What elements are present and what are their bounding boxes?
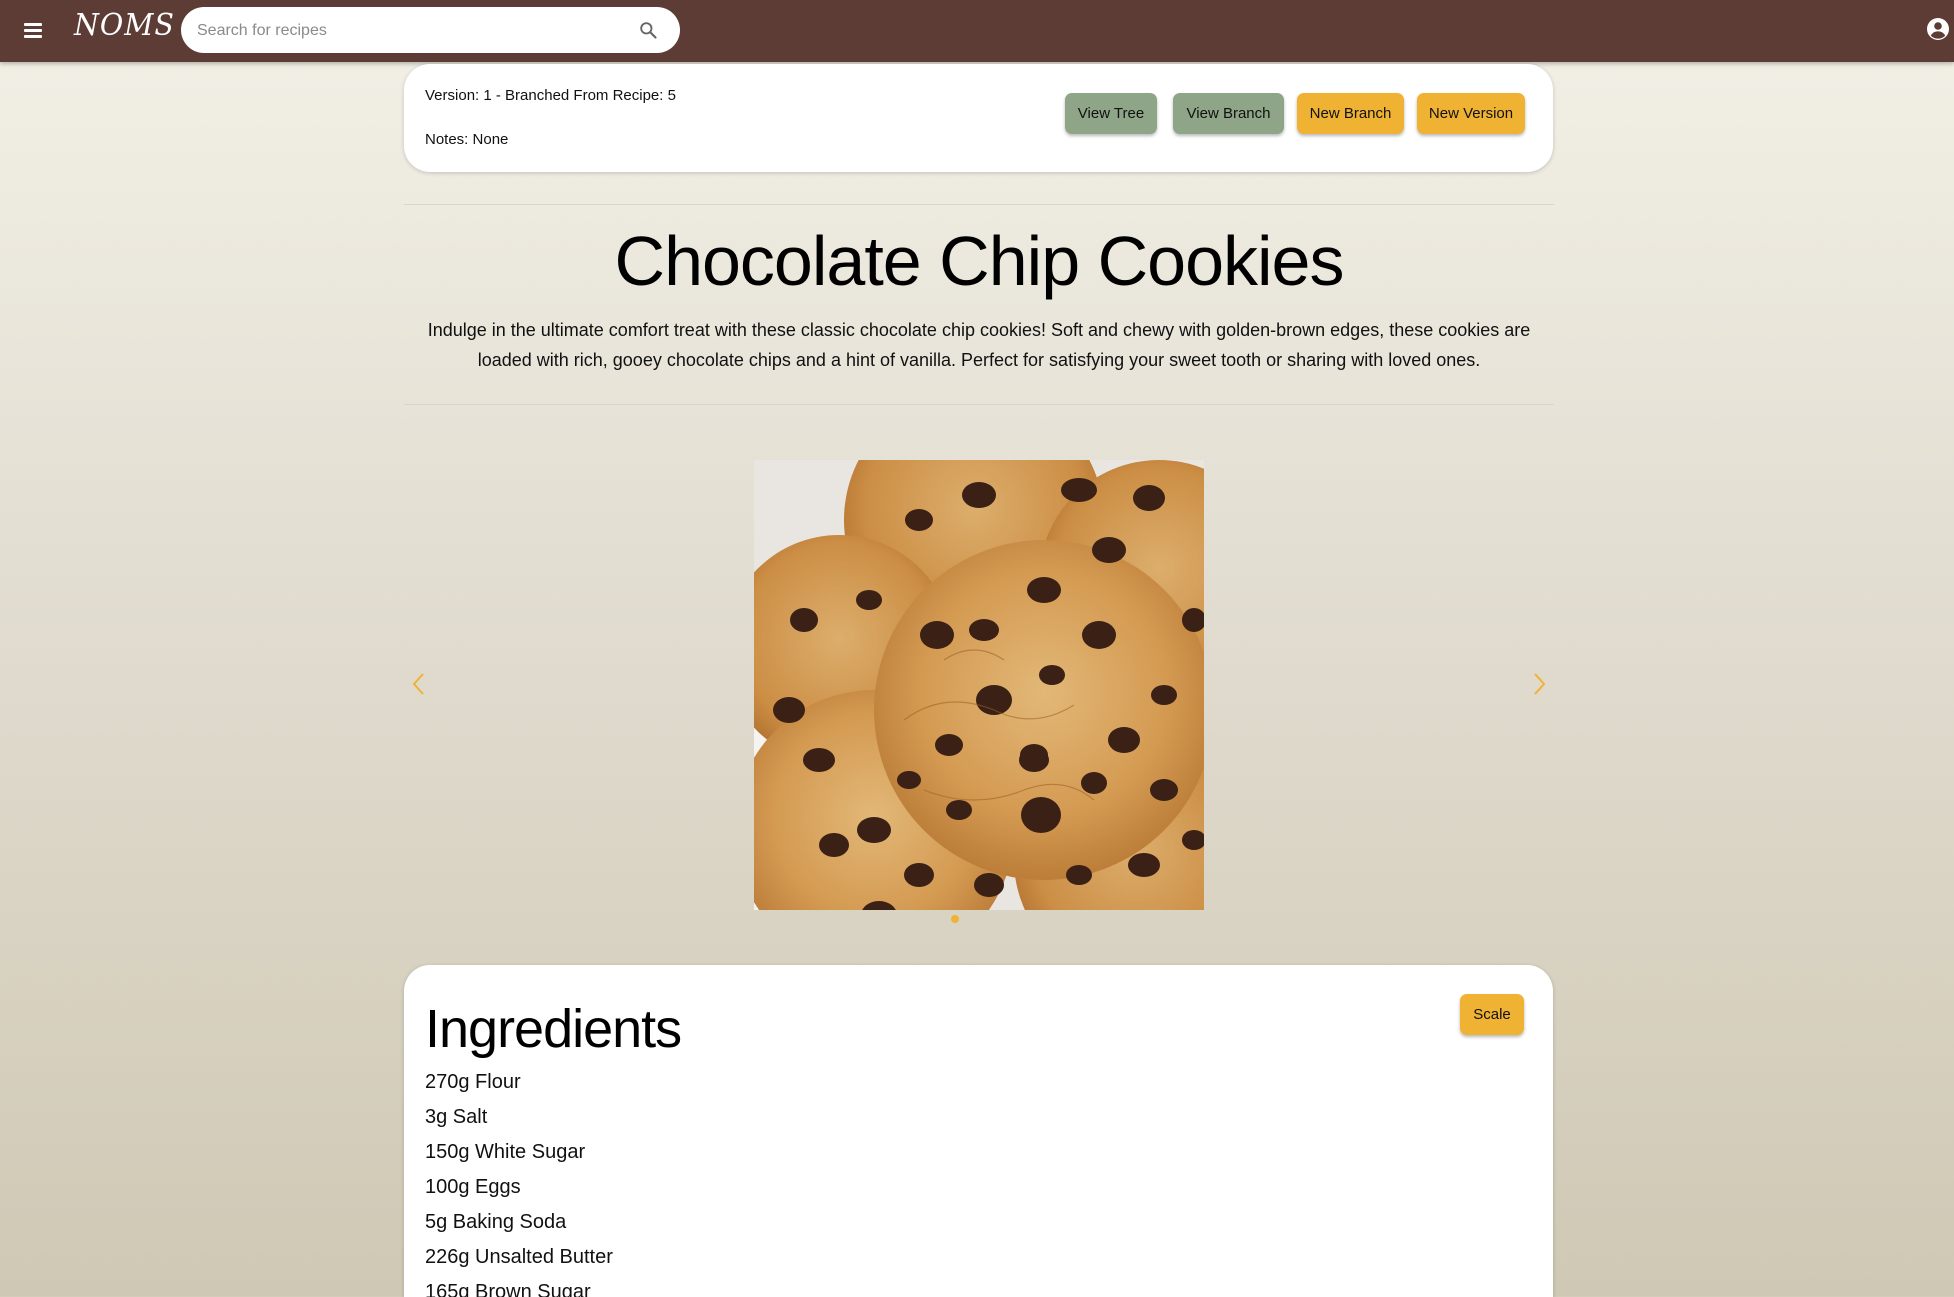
ingredient-item: 5g Baking Soda	[425, 1211, 567, 1233]
carousel-indicator-dot[interactable]	[951, 915, 959, 923]
recipe-description: Indulge in the ultimate comfort treat wi…	[427, 320, 1531, 370]
chevron-right-icon[interactable]	[1528, 670, 1550, 698]
scale-button[interactable]: Scale	[1460, 994, 1524, 1035]
ingredients-list: 270g Flour 3g Salt 150g White Sugar 100g…	[425, 1065, 613, 1297]
ingredients-heading: Ingredients	[425, 999, 682, 1059]
recipe-image	[754, 460, 1204, 910]
version-line: Version: 1 - Branched From Recipe: 5	[425, 87, 676, 104]
version-card: Version: 1 - Branched From Recipe: 5 Not…	[404, 64, 1553, 172]
ingredients-card: Ingredients Scale 270g Flour 3g Salt 150…	[404, 965, 1553, 1297]
ingredient-item: 226g Unsalted Butter	[425, 1246, 613, 1268]
ingredient-item: 100g Eggs	[425, 1176, 521, 1198]
brand-logo[interactable]: NOMS	[74, 8, 175, 43]
menu-icon[interactable]	[22, 20, 46, 40]
ingredient-item: 150g White Sugar	[425, 1141, 586, 1163]
search-bar	[181, 7, 680, 55]
view-branch-button[interactable]: View Branch	[1173, 93, 1284, 134]
recipe-title: Chocolate Chip Cookies	[614, 222, 1345, 300]
ingredient-item: 270g Flour	[425, 1071, 521, 1093]
notes-line: Notes: None	[425, 131, 509, 148]
account-circle-icon[interactable]	[1926, 17, 1950, 41]
new-branch-button[interactable]: New Branch	[1297, 93, 1404, 134]
view-tree-button[interactable]: View Tree	[1065, 93, 1157, 134]
ingredient-item: 165g Brown Sugar	[425, 1281, 591, 1297]
new-version-button[interactable]: New Version	[1417, 93, 1525, 134]
cookies-photo	[754, 460, 1204, 910]
chevron-left-icon[interactable]	[408, 670, 430, 698]
divider	[404, 204, 1554, 205]
ingredient-item: 3g Salt	[425, 1106, 488, 1128]
divider	[404, 404, 1554, 405]
top-app-bar: NOMS	[0, 0, 1954, 62]
search-input[interactable]	[195, 7, 619, 55]
search-icon[interactable]	[638, 20, 658, 40]
